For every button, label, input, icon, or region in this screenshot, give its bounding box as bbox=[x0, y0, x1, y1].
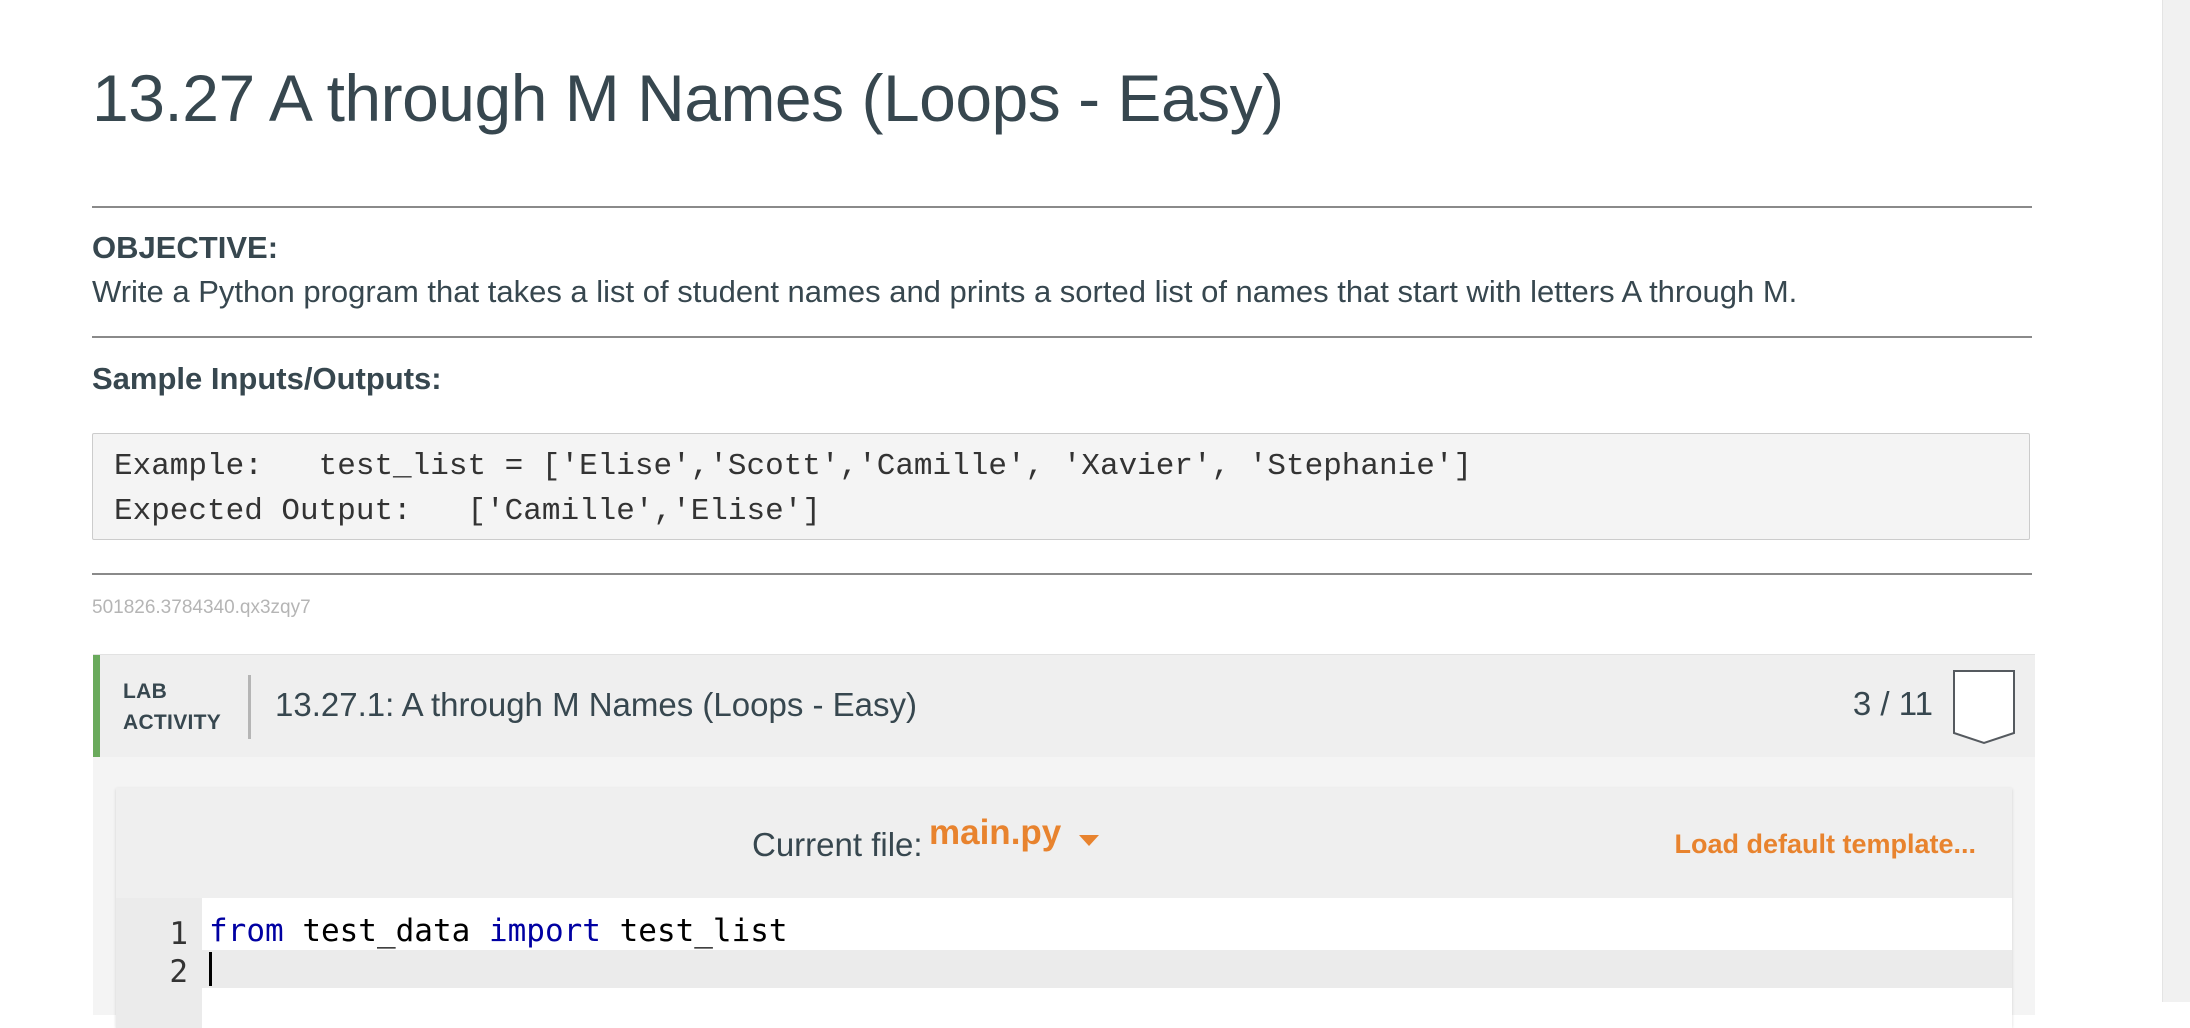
file-selector[interactable]: main.py bbox=[929, 813, 1100, 853]
divider bbox=[92, 206, 2032, 208]
lab-activity-card: LAB ACTIVITY 13.27.1: A through M Names … bbox=[93, 654, 2035, 1028]
line-number: 1 bbox=[169, 916, 188, 952]
sample-example-line: Example: test_list = ['Elise','Scott','C… bbox=[114, 449, 1473, 484]
lab-activity-badge: LAB ACTIVITY bbox=[123, 676, 221, 738]
current-file-label: Current file: bbox=[752, 826, 923, 863]
objective-text: Write a Python program that takes a list… bbox=[92, 274, 1798, 309]
code-line-active[interactable] bbox=[202, 950, 2012, 988]
load-default-template-link[interactable]: Load default template... bbox=[1674, 829, 1976, 860]
code-line[interactable]: from test_data import test_list bbox=[202, 912, 2012, 950]
code-text-area[interactable]: 1 2 from test_data import test_list bbox=[116, 898, 2012, 1028]
activity-id: 501826.3784340.qx3zqy7 bbox=[92, 597, 311, 618]
code-text: test_data bbox=[283, 913, 489, 949]
current-file-name: main.py bbox=[929, 813, 1062, 852]
score-shield-icon bbox=[1953, 670, 2015, 745]
objective-heading: OBJECTIVE: bbox=[92, 230, 279, 265]
sample-code-block: Example: test_list = ['Elise','Scott','C… bbox=[92, 433, 2030, 540]
badge-separator bbox=[248, 675, 251, 739]
text-cursor bbox=[209, 951, 212, 986]
divider bbox=[92, 573, 2032, 575]
lab-activity-header: LAB ACTIVITY 13.27.1: A through M Names … bbox=[93, 655, 2035, 757]
code-keyword: from bbox=[209, 913, 284, 949]
code-text: test_list bbox=[600, 913, 788, 949]
lab-activity-title: 13.27.1: A through M Names (Loops - Easy… bbox=[275, 686, 918, 723]
page-scrollbar[interactable] bbox=[2162, 0, 2190, 1002]
badge-line-lab: LAB bbox=[123, 680, 168, 703]
code-keyword: import bbox=[488, 913, 601, 949]
badge-line-activity: ACTIVITY bbox=[123, 711, 222, 734]
samples-heading: Sample Inputs/Outputs: bbox=[92, 361, 442, 396]
lab-score: 3 / 11 bbox=[1852, 685, 1933, 722]
chevron-down-icon bbox=[1079, 834, 1100, 846]
divider bbox=[92, 336, 2032, 338]
sample-output-line: Expected Output: ['Camille','Elise'] bbox=[114, 494, 821, 529]
line-number-gutter: 1 2 bbox=[116, 898, 202, 1028]
line-number: 2 bbox=[169, 954, 188, 990]
file-bar: Current file: main.py Load default templ… bbox=[116, 788, 2012, 898]
code-editor: Current file: main.py Load default templ… bbox=[116, 788, 2012, 1028]
page-title: 13.27 A through M Names (Loops - Easy) bbox=[92, 61, 1284, 135]
